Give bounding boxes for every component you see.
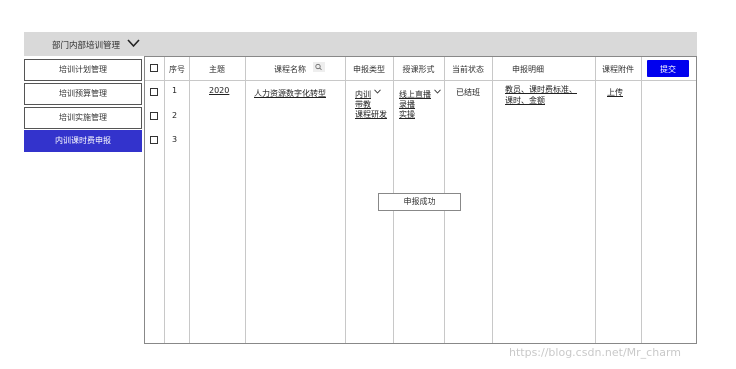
column-header-status: 当前状态: [452, 65, 484, 74]
row-index: 3: [172, 135, 178, 144]
sidebar-item-budget[interactable]: 培训预算管理: [24, 83, 142, 105]
topic-link[interactable]: 2020: [209, 86, 229, 95]
type-option[interactable]: 课程研发: [355, 109, 387, 120]
column-header-form: 授课形式: [402, 65, 435, 74]
row-checkbox[interactable]: [150, 112, 158, 120]
column-divider: [189, 57, 190, 343]
detail-link[interactable]: 教员、课时费标准、: [505, 84, 577, 95]
column-header-detail: 申报明细: [512, 65, 544, 74]
column-header-index: 序号: [169, 65, 185, 74]
sidebar-item-plan[interactable]: 培训计划管理: [24, 59, 142, 81]
success-toast: 申报成功: [378, 193, 461, 211]
row-index: 2: [172, 111, 178, 120]
column-header-course: 课程名称: [274, 65, 306, 74]
column-divider: [345, 57, 346, 343]
column-divider: [245, 57, 246, 343]
submit-button[interactable]: 提交: [647, 60, 689, 77]
column-divider: [492, 57, 493, 343]
column-header-attachment: 课程附件: [602, 65, 634, 74]
column-header-type: 申报类型: [353, 65, 385, 74]
column-divider: [164, 57, 165, 343]
select-all-checkbox[interactable]: [150, 64, 158, 72]
column-divider: [595, 57, 596, 343]
column-divider: [641, 57, 642, 343]
row-checkbox[interactable]: [150, 136, 158, 144]
status-text: 已结班: [456, 88, 480, 97]
search-icon[interactable]: [313, 62, 325, 72]
detail-link[interactable]: 课时、金额: [505, 95, 545, 106]
top-bar: 部门内部培训管理: [24, 32, 697, 56]
watermark: https://blog.csdn.net/Mr_charm: [509, 346, 681, 359]
row-checkbox[interactable]: [150, 88, 158, 96]
row-index: 1: [172, 86, 178, 95]
sidebar-item-implementation[interactable]: 培训实施管理: [24, 107, 142, 129]
chevron-down-icon[interactable]: [127, 37, 140, 50]
form-option[interactable]: 实操: [399, 109, 415, 120]
page-title: 部门内部培训管理: [52, 41, 121, 51]
sidebar-item-fee-declaration[interactable]: 内训课时费申报: [24, 130, 142, 152]
course-name-link[interactable]: 人力资源数字化转型: [254, 88, 326, 99]
column-header-topic: 主题: [209, 65, 225, 74]
header-divider: [145, 80, 696, 81]
chevron-down-icon[interactable]: [434, 89, 441, 94]
chevron-down-icon[interactable]: [374, 89, 381, 94]
upload-link[interactable]: 上传: [607, 87, 623, 98]
